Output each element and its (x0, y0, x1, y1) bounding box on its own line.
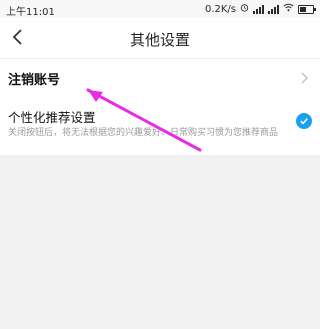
personalized-recommendation-row: 个性化推荐设置 关闭按钮后，将无法根据您的兴趣爱好、日常购买习惯为您推荐商品 (0, 97, 320, 155)
status-time: 上午11:01 (6, 7, 55, 18)
wifi-icon (283, 3, 294, 15)
network-speed: 0.2K/s (204, 3, 236, 15)
cancel-account-row[interactable]: 注销账号 (0, 58, 320, 98)
page-title: 其他设置 (129, 31, 190, 49)
cellular-signal-icon (253, 4, 264, 14)
status-icons: 0.2K/s (204, 3, 316, 15)
battery-icon (298, 4, 316, 14)
status-bar: 上午11:01 0.2K/s (0, 0, 320, 18)
nav-bar: 其他设置 (0, 18, 320, 58)
chevron-right-icon (300, 70, 310, 84)
cellular-signal-icon (268, 4, 279, 14)
checkmark-icon[interactable] (296, 113, 312, 129)
cancel-account-label: 注销账号 (8, 73, 61, 88)
personalized-recommendation-description: 关闭按钮后，将无法根据您的兴趣爱好、日常购买习惯为您推荐商品 (8, 128, 279, 138)
alarm-icon (240, 3, 249, 15)
personalized-recommendation-label: 个性化推荐设置 (8, 110, 96, 125)
